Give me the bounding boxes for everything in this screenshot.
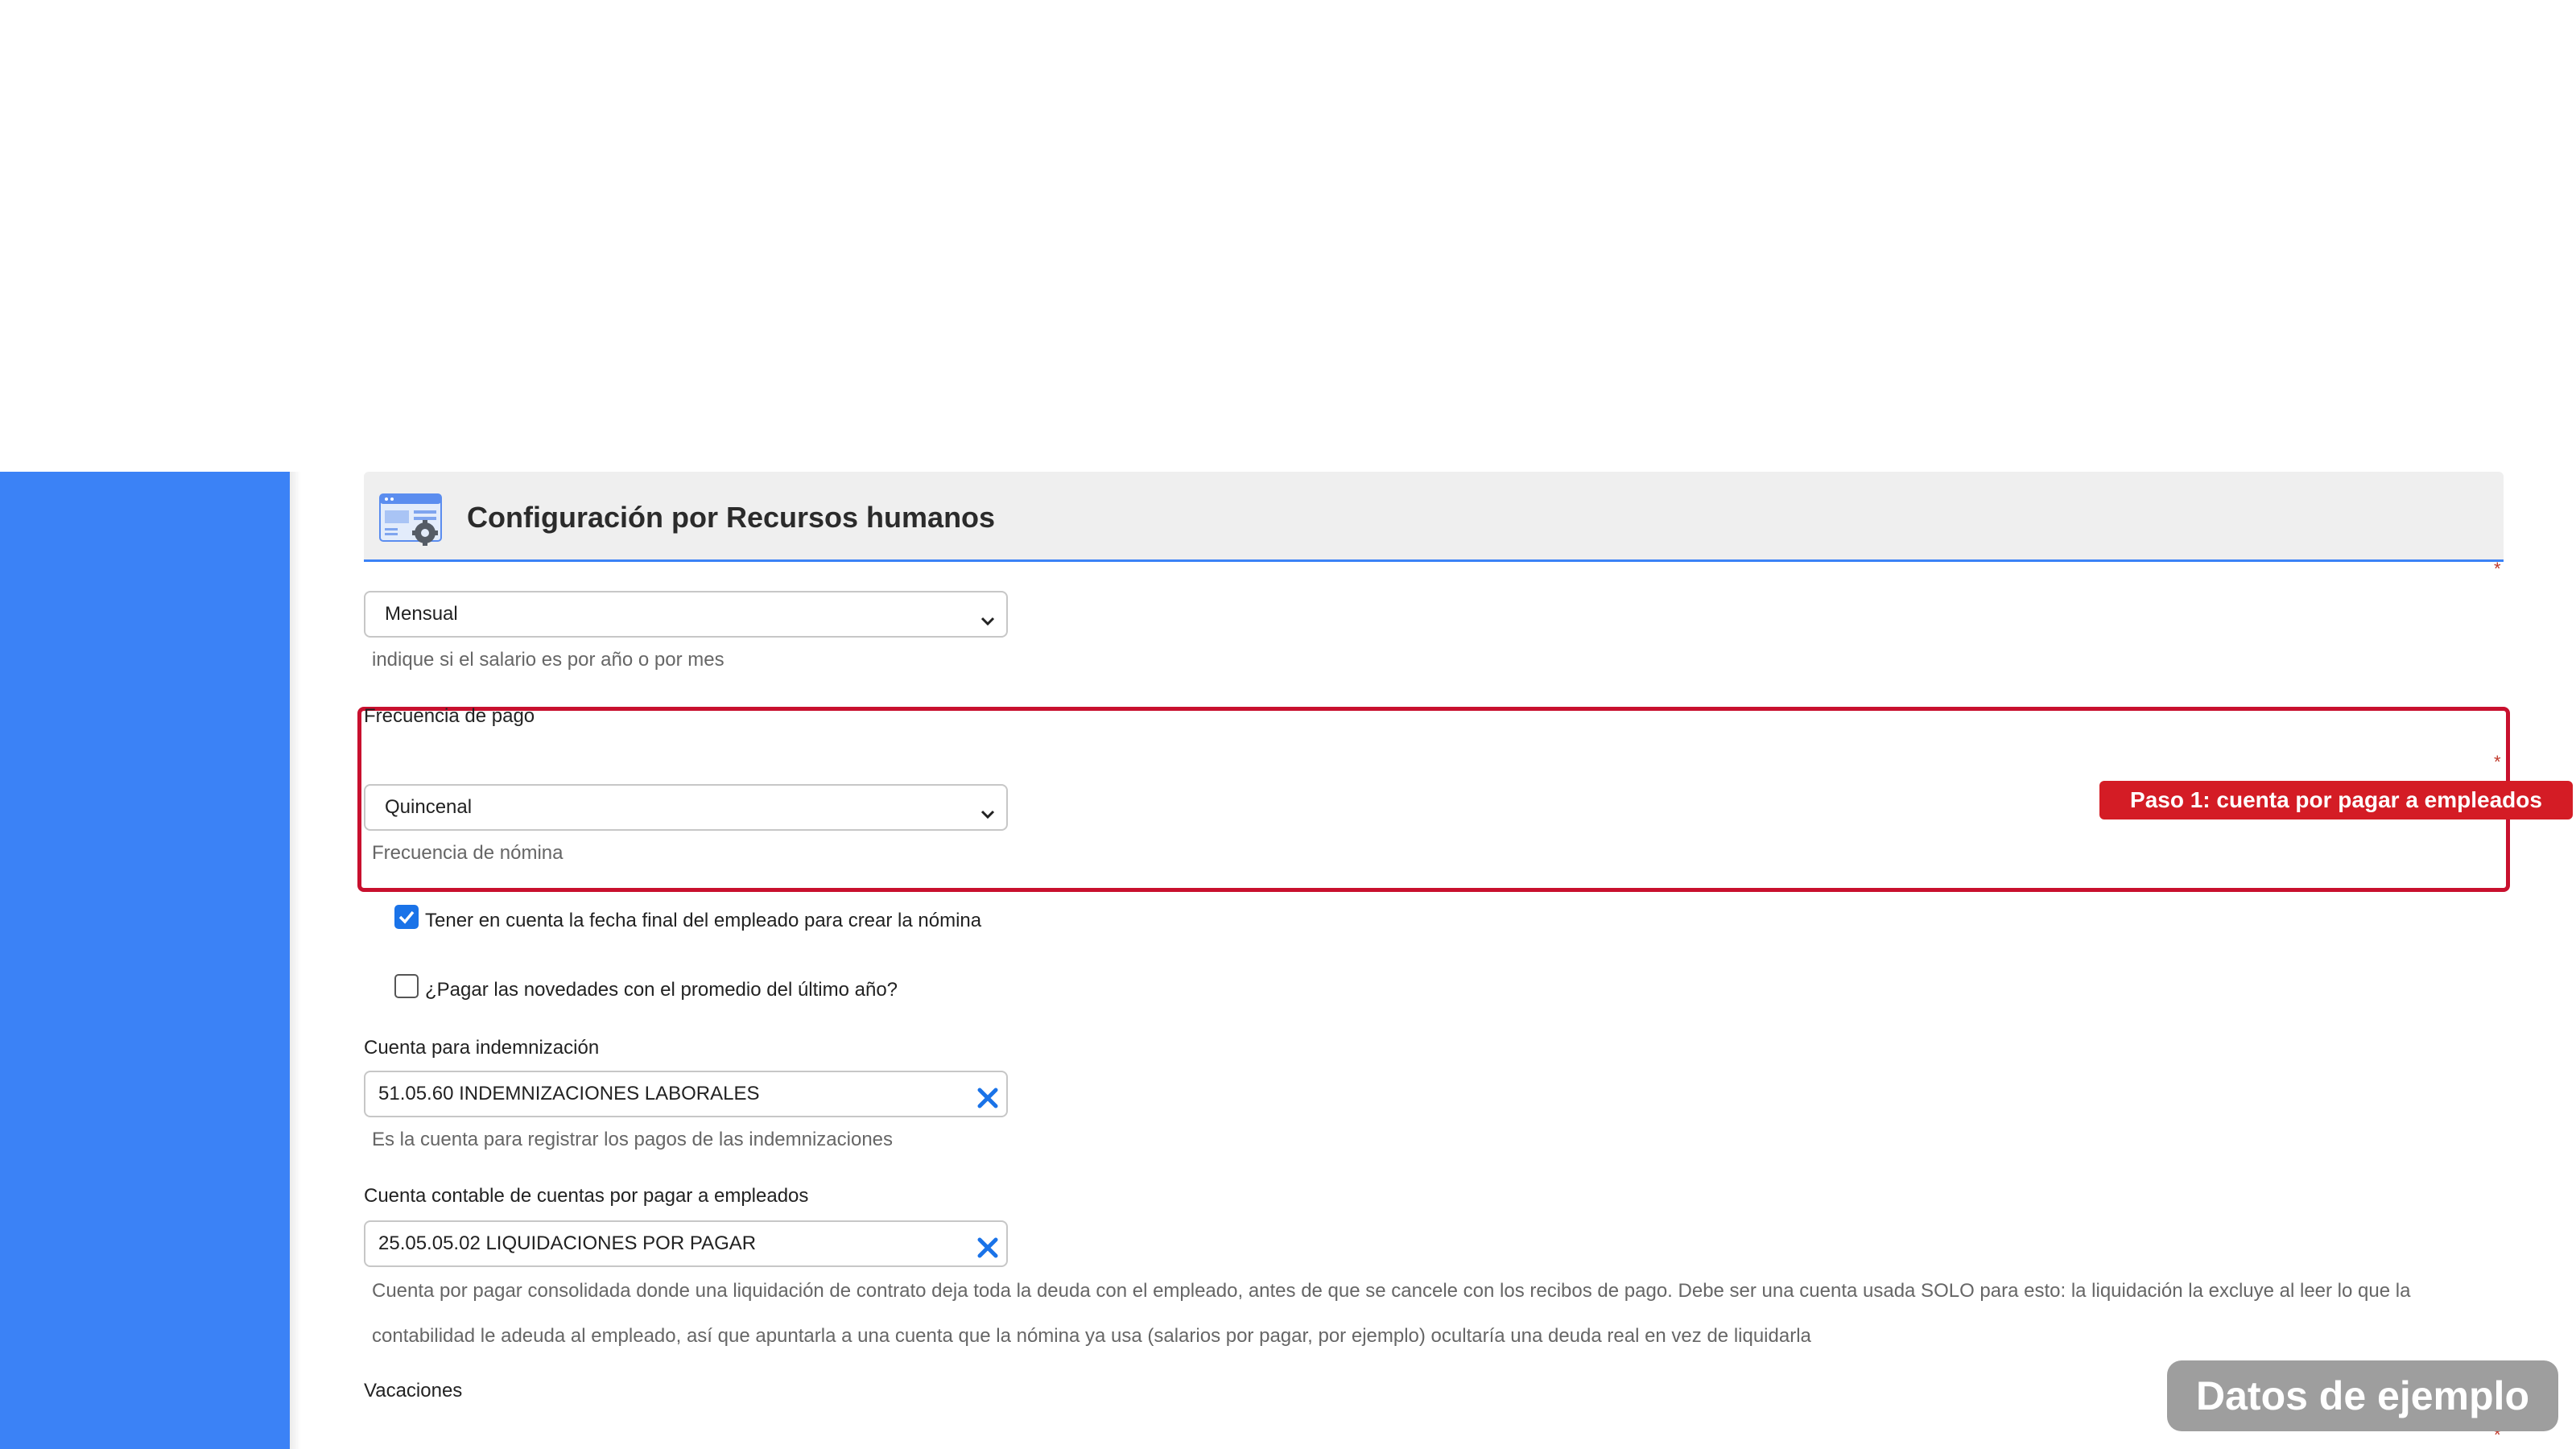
step-badge: Paso 1: cuenta por pagar a empleados — [2099, 781, 2573, 819]
page-title: Configuración por Recursos humanos — [467, 501, 996, 534]
clear-icon[interactable] — [976, 1232, 1000, 1258]
employee-payable-account-field[interactable]: 25.05.05.02 LIQUIDACIONES POR PAGAR — [364, 1220, 1008, 1267]
indemnity-account-value: 51.05.60 INDEMNIZACIONES LABORALES — [378, 1083, 760, 1104]
salary-type-select[interactable]: Mensual — [364, 591, 1008, 638]
end-date-checkbox-label: Tener en cuenta la fecha final del emple… — [425, 910, 982, 931]
average-novelties-checkbox-label: ¿Pagar las novedades con el promedio del… — [425, 979, 898, 1001]
end-date-checkbox[interactable] — [394, 905, 419, 929]
employee-payable-account-help: Cuenta por pagar consolidada donde una l… — [372, 1280, 2411, 1347]
salary-type-help: indique si el salario es por año o por m… — [372, 649, 724, 671]
chevron-down-icon — [977, 797, 998, 819]
average-novelties-checkbox[interactable] — [394, 974, 419, 998]
chevron-down-icon — [977, 604, 998, 626]
sidebar — [0, 472, 290, 1449]
employee-payable-account-label: Cuenta contable de cuentas por pagar a e… — [364, 1185, 809, 1207]
sidebar-shadow — [290, 472, 301, 1449]
payment-frequency-help: Frecuencia de nómina — [372, 842, 564, 864]
panel-header: Configuración por Recursos humanos — [364, 472, 2504, 562]
check-icon — [398, 910, 415, 924]
indemnity-account-help: Es la cuenta para registrar los pagos de… — [372, 1129, 894, 1150]
employee-payable-account-value: 25.05.05.02 LIQUIDACIONES POR PAGAR — [378, 1232, 757, 1254]
required-mark: * — [2494, 559, 2501, 579]
payment-frequency-label: Frecuencia de pago — [364, 705, 535, 727]
settings-window-icon — [378, 493, 443, 546]
indemnity-account-label: Cuenta para indemnización — [364, 1037, 600, 1059]
indemnity-account-field[interactable]: 51.05.60 INDEMNIZACIONES LABORALES — [364, 1071, 1008, 1117]
clear-icon[interactable] — [976, 1083, 1000, 1108]
payment-frequency-select[interactable]: Quincenal — [364, 784, 1008, 831]
sample-data-badge: Datos de ejemplo — [2167, 1360, 2558, 1431]
payment-frequency-value: Quincenal — [385, 796, 473, 818]
vacations-label: Vacaciones — [364, 1380, 463, 1402]
required-mark: * — [2494, 752, 2501, 772]
salary-type-value: Mensual — [385, 603, 458, 625]
